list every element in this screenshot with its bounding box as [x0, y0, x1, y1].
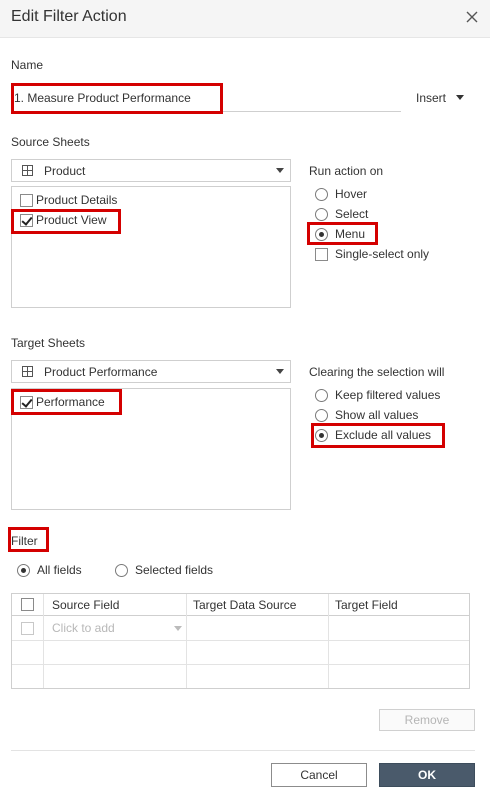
- column-header-source-field[interactable]: Source Field: [52, 598, 119, 612]
- column-separator: [186, 594, 187, 688]
- highlight-menu: [307, 222, 378, 245]
- run-action-label: Run action on: [309, 164, 384, 178]
- column-header-target-data-source[interactable]: Target Data Source: [193, 598, 296, 612]
- highlight-name: [11, 83, 223, 114]
- source-sheets-label: Source Sheets: [11, 135, 90, 149]
- chevron-down-icon: [276, 168, 284, 173]
- row-checkbox[interactable]: [21, 622, 34, 635]
- radio-show-all[interactable]: [315, 409, 328, 422]
- highlight-product-view: [11, 209, 121, 234]
- dialog-titlebar: Edit Filter Action: [0, 0, 490, 38]
- highlight-exclude-all: [311, 423, 445, 448]
- radio-selected-fields[interactable]: [115, 564, 128, 577]
- radio-hover-label[interactable]: Hover: [335, 187, 367, 201]
- cancel-button[interactable]: Cancel: [271, 763, 367, 787]
- highlight-filter: [8, 527, 49, 552]
- close-icon[interactable]: [464, 9, 480, 25]
- source-sheets-dropdown[interactable]: Product: [11, 159, 291, 182]
- select-all-checkbox[interactable]: [21, 598, 34, 611]
- radio-selected-fields-label[interactable]: Selected fields: [135, 563, 213, 577]
- remove-button[interactable]: Remove: [379, 709, 475, 731]
- row-separator: [12, 640, 469, 641]
- checkbox-product-details[interactable]: [20, 194, 33, 207]
- chevron-down-icon: [276, 369, 284, 374]
- insert-dropdown[interactable]: Insert: [416, 91, 465, 105]
- radio-all-fields-label[interactable]: All fields: [37, 563, 82, 577]
- highlight-performance: [11, 389, 122, 415]
- target-sheets-dropdown[interactable]: Product Performance: [11, 360, 291, 383]
- row-separator: [12, 664, 469, 665]
- insert-label: Insert: [416, 91, 447, 105]
- name-label: Name: [11, 58, 44, 72]
- column-separator: [43, 594, 44, 688]
- radio-show-all-label[interactable]: Show all values: [335, 408, 418, 422]
- chevron-down-icon: [174, 626, 182, 631]
- grid-icon: [22, 165, 33, 176]
- single-select-label[interactable]: Single-select only: [335, 247, 429, 261]
- clearing-label: Clearing the selection will: [309, 365, 445, 379]
- radio-hover[interactable]: [315, 188, 328, 201]
- footer-divider: [11, 750, 475, 751]
- grid-icon: [22, 366, 33, 377]
- target-sheets-label: Target Sheets: [11, 336, 86, 350]
- click-to-add-combobox[interactable]: Click to add: [52, 621, 182, 637]
- list-item-product-details[interactable]: Product Details: [36, 193, 117, 207]
- chevron-down-icon: [456, 95, 465, 100]
- source-sheets-value: Product: [44, 164, 86, 178]
- target-sheets-value: Product Performance: [44, 365, 158, 379]
- source-sheets-list: Product Details Product View: [11, 186, 291, 308]
- radio-select[interactable]: [315, 208, 328, 221]
- field-mapping-table: Source Field Target Data Source Target F…: [11, 593, 470, 689]
- click-to-add-placeholder: Click to add: [52, 621, 115, 635]
- radio-all-fields[interactable]: [17, 564, 30, 577]
- column-header-target-field[interactable]: Target Field: [335, 598, 398, 612]
- radio-keep-filtered[interactable]: [315, 389, 328, 402]
- radio-select-label[interactable]: Select: [335, 207, 368, 221]
- radio-keep-filtered-label[interactable]: Keep filtered values: [335, 388, 440, 402]
- dialog-title: Edit Filter Action: [11, 8, 127, 25]
- ok-button[interactable]: OK: [379, 763, 475, 787]
- column-separator: [328, 594, 329, 688]
- checkbox-single-select[interactable]: [315, 248, 328, 261]
